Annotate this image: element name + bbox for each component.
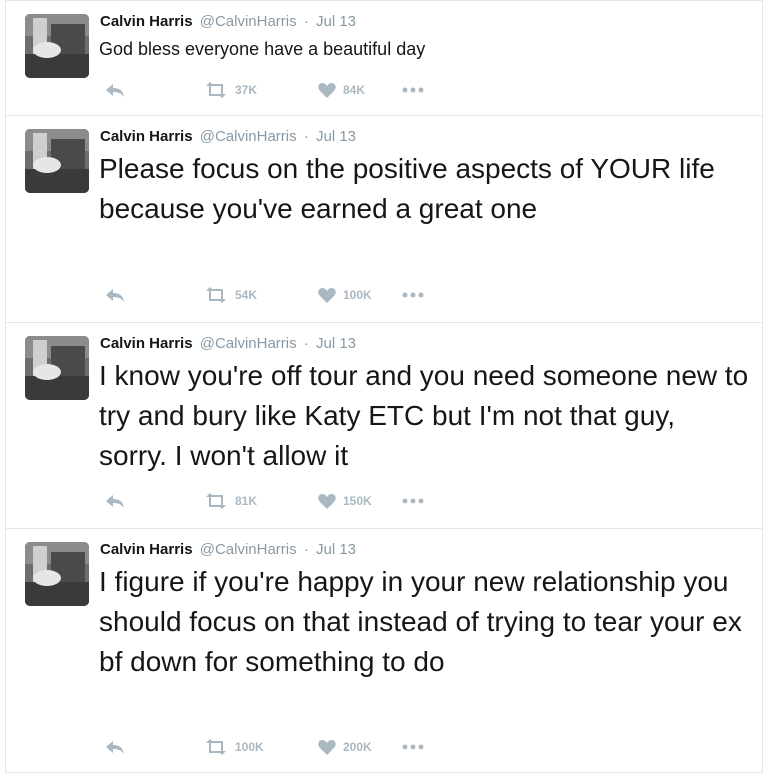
author-handle[interactable]: @CalvinHarris bbox=[200, 13, 297, 30]
tweet-actions: 37K 84K bbox=[104, 79, 424, 101]
retweet-count: 100K bbox=[235, 740, 264, 754]
heart-icon bbox=[318, 288, 336, 303]
more-dots-icon bbox=[402, 498, 424, 504]
author-name[interactable]: Calvin Harris bbox=[100, 128, 193, 145]
retweet-button[interactable]: 37K bbox=[204, 82, 318, 98]
avatar[interactable] bbox=[25, 542, 89, 606]
tweet-text: I figure if you're happy in your new rel… bbox=[99, 566, 742, 677]
tweet-header: Calvin Harris @CalvinHarris · Jul 13 bbox=[100, 12, 356, 32]
reply-button[interactable] bbox=[104, 82, 204, 98]
avatar[interactable] bbox=[25, 336, 89, 400]
like-count: 200K bbox=[343, 740, 372, 754]
retweet-icon bbox=[206, 493, 226, 509]
separator: · bbox=[303, 335, 309, 352]
retweet-button[interactable]: 100K bbox=[204, 739, 318, 755]
tweet-text: God bless everyone have a beautiful day bbox=[99, 39, 426, 59]
more-button[interactable] bbox=[402, 292, 424, 298]
tweet[interactable]: Calvin Harris @CalvinHarris · Jul 13 God… bbox=[5, 0, 763, 116]
retweet-count: 81K bbox=[235, 494, 258, 508]
reply-icon bbox=[106, 289, 124, 302]
author-name[interactable]: Calvin Harris bbox=[100, 335, 193, 352]
more-button[interactable] bbox=[402, 498, 424, 504]
reply-button[interactable] bbox=[104, 493, 204, 509]
more-dots-icon bbox=[402, 292, 424, 298]
author-name[interactable]: Calvin Harris bbox=[100, 13, 193, 30]
tweet-actions: 81K 150K bbox=[104, 490, 424, 512]
author-handle[interactable]: @CalvinHarris bbox=[200, 128, 297, 145]
reply-button[interactable] bbox=[104, 739, 204, 755]
retweet-count: 54K bbox=[235, 288, 258, 302]
separator: · bbox=[303, 128, 309, 145]
reply-icon bbox=[106, 741, 124, 754]
retweet-button[interactable]: 54K bbox=[204, 287, 318, 303]
heart-icon bbox=[318, 494, 336, 509]
avatar[interactable] bbox=[25, 14, 89, 78]
retweet-button[interactable]: 81K bbox=[204, 493, 318, 509]
tweet-actions: 54K 100K bbox=[104, 284, 424, 306]
tweet[interactable]: Calvin Harris @CalvinHarris · Jul 13 I f… bbox=[5, 529, 763, 773]
tweet-header: Calvin Harris @CalvinHarris · Jul 13 bbox=[100, 127, 356, 147]
like-count: 100K bbox=[343, 288, 372, 302]
more-button[interactable] bbox=[402, 87, 424, 93]
tweet[interactable]: Calvin Harris @CalvinHarris · Jul 13 I k… bbox=[5, 323, 763, 529]
timeline: Calvin Harris @CalvinHarris · Jul 13 God… bbox=[0, 0, 768, 775]
retweet-icon bbox=[206, 287, 226, 303]
author-handle[interactable]: @CalvinHarris bbox=[200, 335, 297, 352]
tweet-date[interactable]: Jul 13 bbox=[316, 128, 356, 145]
separator: · bbox=[303, 541, 309, 558]
like-button[interactable]: 200K bbox=[318, 739, 402, 755]
like-button[interactable]: 100K bbox=[318, 287, 402, 303]
tweet-date[interactable]: Jul 13 bbox=[316, 335, 356, 352]
like-count: 84K bbox=[343, 83, 366, 97]
heart-icon bbox=[318, 83, 336, 98]
tweet-actions: 100K 200K bbox=[104, 736, 424, 758]
reply-button[interactable] bbox=[104, 287, 204, 303]
author-name[interactable]: Calvin Harris bbox=[100, 541, 193, 558]
tweet[interactable]: Calvin Harris @CalvinHarris · Jul 13 Ple… bbox=[5, 116, 763, 323]
tweet-header: Calvin Harris @CalvinHarris · Jul 13 bbox=[100, 334, 356, 354]
reply-icon bbox=[106, 495, 124, 508]
separator: · bbox=[303, 13, 309, 30]
retweet-icon bbox=[206, 739, 226, 755]
heart-icon bbox=[318, 740, 336, 755]
reply-icon bbox=[106, 84, 124, 97]
tweet-header: Calvin Harris @CalvinHarris · Jul 13 bbox=[100, 540, 356, 560]
more-dots-icon bbox=[402, 744, 424, 750]
like-button[interactable]: 84K bbox=[318, 82, 402, 98]
more-button[interactable] bbox=[402, 744, 424, 750]
tweet-text: Please focus on the positive aspects of … bbox=[99, 153, 715, 224]
tweet-date[interactable]: Jul 13 bbox=[316, 13, 356, 30]
retweet-icon bbox=[206, 82, 226, 98]
author-handle[interactable]: @CalvinHarris bbox=[200, 541, 297, 558]
like-button[interactable]: 150K bbox=[318, 493, 402, 509]
tweet-date[interactable]: Jul 13 bbox=[316, 541, 356, 558]
retweet-count: 37K bbox=[235, 83, 258, 97]
like-count: 150K bbox=[343, 494, 372, 508]
more-dots-icon bbox=[402, 87, 424, 93]
tweet-text: I know you're off tour and you need some… bbox=[99, 360, 749, 471]
avatar[interactable] bbox=[25, 129, 89, 193]
